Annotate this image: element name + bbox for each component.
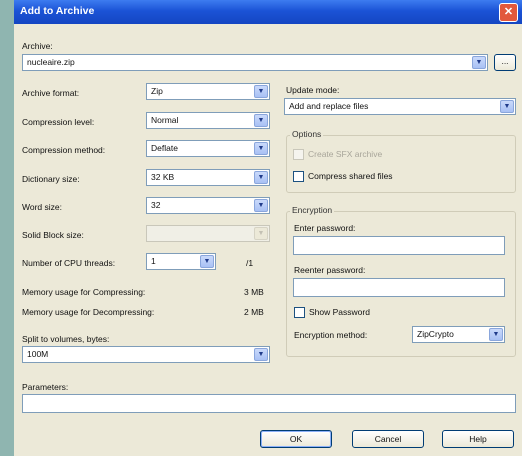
cpu-threads-max: /1 [246,258,254,268]
create-sfx-checkbox [293,149,304,160]
reenter-password-label: Reenter password: [294,265,366,275]
show-password-checkbox[interactable] [294,307,305,318]
cpu-threads-value: 1 [151,256,156,266]
archive-format-label: Archive format: [22,88,80,98]
add-to-archive-dialog: Add to Archive ✕ Archive: nucleaire.zip … [14,0,522,456]
chevron-down-icon[interactable]: ▼ [254,199,268,212]
cancel-button[interactable]: Cancel [352,430,424,448]
archive-value: nucleaire.zip [27,57,75,67]
chevron-down-icon[interactable]: ▼ [254,348,268,361]
title-bar: Add to Archive ✕ [14,0,522,24]
update-mode-label: Update mode: [286,85,340,95]
dictionary-size-value: 32 KB [151,172,175,182]
compression-method-label: Compression method: [22,145,106,155]
show-password-label: Show Password [309,307,370,317]
reenter-password-input[interactable] [293,278,505,297]
update-mode-value: Add and replace files [289,101,369,111]
word-size-label: Word size: [22,202,62,212]
ok-button[interactable]: OK [260,430,332,448]
compress-shared-checkbox[interactable] [293,171,304,182]
archive-combo[interactable]: nucleaire.zip ▼ [22,54,488,71]
dictionary-size-select[interactable]: 32 KB ▼ [146,169,270,186]
encryption-method-select[interactable]: ZipCrypto ▼ [412,326,505,343]
window-title: Add to Archive [20,5,95,17]
chevron-down-icon: ▼ [254,227,268,240]
archive-label: Archive: [22,41,53,51]
compression-method-select[interactable]: Deflate ▼ [146,140,270,157]
close-icon[interactable]: ✕ [499,3,518,22]
chevron-down-icon[interactable]: ▼ [254,171,268,184]
chevron-down-icon[interactable]: ▼ [200,255,214,268]
chevron-down-icon[interactable]: ▼ [500,100,514,113]
memory-compress-label: Memory usage for Compressing: [22,287,146,297]
cpu-threads-label: Number of CPU threads: [22,258,116,268]
solid-block-size-label: Solid Block size: [22,230,84,240]
encryption-method-label: Encryption method: [294,330,368,340]
chevron-down-icon[interactable]: ▼ [489,328,503,341]
split-volumes-value: 100M [27,349,49,359]
enter-password-input[interactable] [293,236,505,255]
chevron-down-icon[interactable]: ▼ [472,56,486,69]
update-mode-select[interactable]: Add and replace files ▼ [284,98,516,115]
solid-block-size-select: ▼ [146,225,270,242]
chevron-down-icon[interactable]: ▼ [254,114,268,127]
encryption-title: Encryption [290,205,335,215]
parameters-input[interactable] [22,394,516,413]
create-sfx-label: Create SFX archive [308,149,383,159]
browse-button[interactable]: ... [494,54,516,71]
cpu-threads-select[interactable]: 1 ▼ [146,253,216,270]
compress-shared-label: Compress shared files [308,171,393,181]
options-title: Options [290,129,324,139]
compression-level-label: Compression level: [22,117,95,127]
compression-level-value: Normal [151,115,179,125]
chevron-down-icon[interactable]: ▼ [254,85,268,98]
word-size-select[interactable]: 32 ▼ [146,197,270,214]
archive-format-value: Zip [151,86,163,96]
compression-level-select[interactable]: Normal ▼ [146,112,270,129]
memory-compress-value: 3 MB [244,287,264,297]
options-group [286,135,516,193]
help-button[interactable]: Help [442,430,514,448]
split-volumes-label: Split to volumes, bytes: [22,334,110,344]
memory-decompress-value: 2 MB [244,307,264,317]
enter-password-label: Enter password: [294,223,356,233]
archive-format-select[interactable]: Zip ▼ [146,83,270,100]
encryption-method-value: ZipCrypto [417,329,454,339]
compression-method-value: Deflate [151,143,178,153]
chevron-down-icon[interactable]: ▼ [254,142,268,155]
word-size-value: 32 [151,200,161,210]
memory-decompress-label: Memory usage for Decompressing: [22,307,155,317]
dictionary-size-label: Dictionary size: [22,174,80,184]
parameters-label: Parameters: [22,382,69,392]
split-volumes-combo[interactable]: 100M ▼ [22,346,270,363]
